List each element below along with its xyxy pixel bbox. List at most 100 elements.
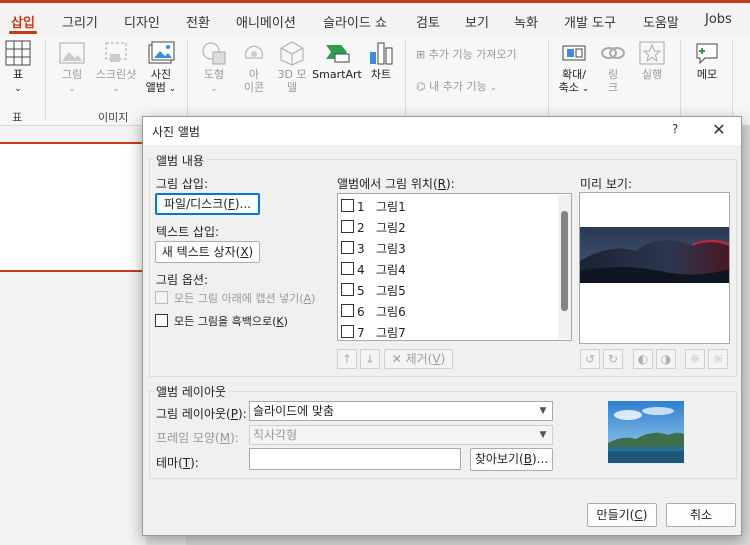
link-button[interactable]: 링크 [598,40,628,94]
picture-name: 그림1 [376,200,406,214]
tab-review[interactable]: 검토 [416,12,440,31]
cancel-button[interactable]: 취소 [666,503,736,527]
pictures-listbox[interactable]: 1 그림1 2 그림2 3 그림3 4 그림4 5 그림5 6 그림6 7 그림7 [337,193,572,341]
frame-shape-select[interactable]: 직사각형 ▼ [249,425,553,445]
tab-record[interactable]: 녹화 [514,12,538,31]
list-item[interactable]: 2 그림2 [340,217,552,237]
black-white-checkbox[interactable] [155,314,168,327]
picture-checkbox[interactable] [341,241,354,254]
list-item[interactable]: 1 그림1 [340,196,552,216]
get-addins-button[interactable]: ⊞ 추가 기능 가져오기 [416,48,546,61]
list-item[interactable]: 5 그림5 [340,280,552,300]
shapes-label: 도형 [203,68,225,81]
picture-checkbox[interactable] [341,220,354,233]
chart-button[interactable]: 차트 [366,40,396,81]
slide-thumbnail[interactable] [0,142,146,272]
frame-shape-label: 프레임 모양(M): [156,431,239,445]
ribbon: 표 ⌄ 표 그림 ⌄ 스크린샷 ⌄ 사진 앨범 ⌄ 이미지 도형 ⌄ 아 이콘 3D 모델 … [0,36,750,126]
images-group-label: 이미지 [98,111,129,124]
picture-label: 그림 [61,68,83,81]
brightness-down-icon[interactable]: ☼ [708,349,728,369]
picture-checkbox[interactable] [341,304,354,317]
table-button[interactable]: 표 ⌄ [4,40,32,96]
picture-number: 2 [357,221,365,235]
dialog-title-bar: 사진 앨범 ? ✕ [143,117,741,145]
album-layout-legend: 앨범 레이아웃 [153,383,230,400]
picture-checkbox[interactable] [341,199,354,212]
list-item[interactable]: 3 그림3 [340,238,552,258]
tab-view[interactable]: 보기 [465,12,489,31]
dialog-title: 사진 앨범 [152,125,200,139]
photo-album-button[interactable]: 사진 앨범 ⌄ [142,40,180,96]
picture-checkbox[interactable] [341,283,354,296]
picture-layout-select[interactable]: 슬라이드에 맞춤 ▼ [249,401,553,421]
shapes-icon [202,42,226,65]
table-icon [5,40,31,66]
picture-name: 그림4 [376,263,406,277]
tab-help[interactable]: 도움말 [643,12,679,31]
picture-button[interactable]: 그림 ⌄ [52,40,92,96]
rotate-right-icon[interactable]: ↻ [603,349,623,369]
remove-button[interactable]: ✕ 제거(V) [384,349,453,369]
layout-preview-image [608,401,684,463]
help-button[interactable]: ? [672,122,678,136]
star-icon [639,41,665,65]
shapes-button[interactable]: 도형 ⌄ [196,40,232,96]
zoom-button[interactable]: 확대/축소 ⌄ [554,40,594,96]
tab-transitions[interactable]: 전환 [186,12,210,31]
icons-icon [245,45,263,59]
list-scrollbar[interactable] [558,195,571,339]
action-button[interactable]: 실행 [636,40,668,81]
file-disk-button[interactable]: 파일/디스크(F)... [155,193,260,215]
move-down-icon[interactable]: ↓ [360,349,380,369]
tab-animations[interactable]: 애니메이션 [236,12,296,31]
captions-checkbox[interactable] [155,291,168,304]
tab-jobs[interactable]: Jobs [705,12,732,27]
chevron-down-icon: ▼ [539,406,547,416]
picture-options-label: 그림 옵션: [156,273,209,287]
tab-draw[interactable]: 그리기 [62,12,98,31]
captions-option-label: 모든 그림 아래에 캡션 넣기(A) [174,292,316,305]
screenshot-label: 스크린샷 [95,68,137,81]
icons-button[interactable]: 아 이콘 [236,40,272,94]
tab-insert[interactable]: 삽입 [11,12,35,31]
zoom-icon [562,45,586,61]
new-textbox-button[interactable]: 새 텍스트 상자(X) [155,241,260,263]
ribbon-separator [45,40,46,120]
tab-slideshow[interactable]: 슬라이드 쇼 [323,12,387,31]
close-icon[interactable]: ✕ [708,119,730,141]
smartart-button[interactable]: SmartArt [312,40,362,81]
chart-label: 차트 [370,68,392,81]
brightness-up-icon[interactable]: ☼ [685,349,705,369]
theme-label: 테마(T): [156,456,199,470]
list-item[interactable]: 7 그림7 [340,322,552,342]
picture-number: 1 [357,200,365,214]
contrast-down-icon[interactable]: ◑ [656,349,676,369]
tab-design[interactable]: 디자인 [124,12,160,31]
picture-checkbox[interactable] [341,325,354,338]
tab-developer[interactable]: 개발 도구 [564,12,616,31]
list-item[interactable]: 6 그림6 [340,301,552,321]
rotate-left-icon[interactable]: ↺ [580,349,600,369]
smartart-label: SmartArt [312,68,362,81]
3d-models-button[interactable]: 3D 모델 [274,40,310,94]
picture-number: 7 [357,326,365,340]
scrollbar-thumb[interactable] [561,211,568,311]
browse-button[interactable]: 찾아보기(B)... [470,448,553,471]
picture-layout-label: 그림 레이아웃(P): [156,407,247,421]
album-content-legend: 앨범 내용 [153,152,207,169]
photo-album-label-1: 사진 [150,68,172,81]
comment-button[interactable]: 메모 [690,40,724,81]
picture-name: 그림3 [376,242,406,256]
create-button[interactable]: 만들기(C) [587,503,657,527]
contrast-up-icon[interactable]: ◐ [633,349,653,369]
theme-input[interactable] [249,448,461,470]
layout-preview-graphic [608,401,684,463]
screenshot-button[interactable]: 스크린샷 ⌄ [92,40,140,96]
move-up-icon[interactable]: ↑ [337,349,357,369]
list-item[interactable]: 4 그림4 [340,259,552,279]
icons-label-1: 아 [248,68,260,81]
picture-checkbox[interactable] [341,262,354,275]
my-addins-button[interactable]: ⌬ 내 추가 기능 ⌄ [416,80,546,95]
3d-models-label-2: 델 [286,81,298,94]
